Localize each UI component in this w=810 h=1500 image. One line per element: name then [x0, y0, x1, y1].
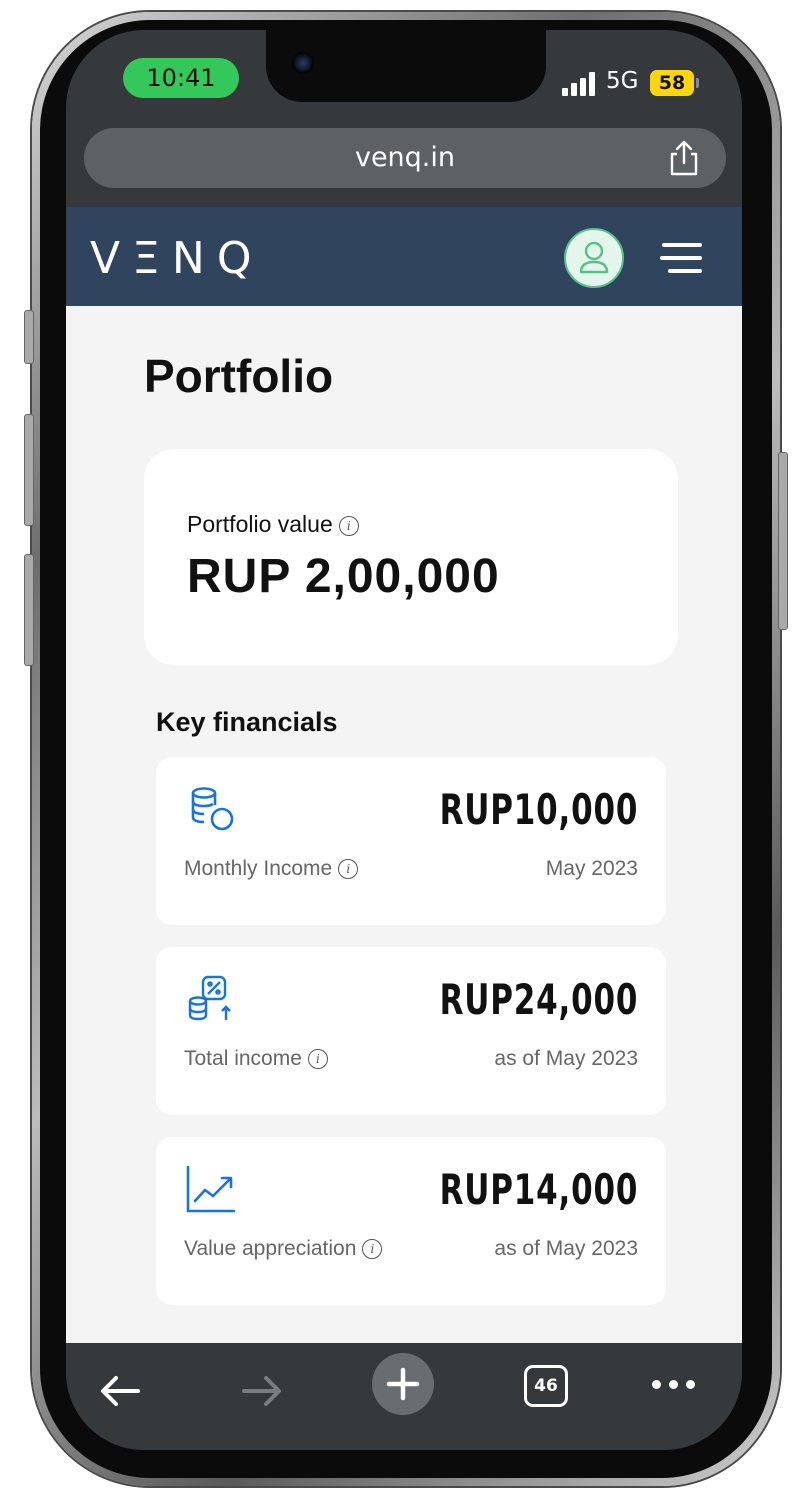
signal-bars-icon	[562, 72, 596, 96]
key-financials-title: Key financials	[156, 707, 338, 737]
info-icon[interactable]: i	[338, 859, 359, 880]
front-camera	[292, 52, 314, 74]
page-title: Portfolio	[144, 350, 334, 402]
database-coins-icon	[191, 787, 234, 831]
battery-tip	[696, 78, 699, 88]
power-button	[778, 452, 788, 630]
address-bar[interactable]: venq.in	[84, 128, 726, 188]
financial-label-text: Value appreciation	[184, 1237, 357, 1260]
network-type: 5G	[606, 68, 639, 94]
financial-date: May 2023	[545, 857, 638, 880]
volume-up-button	[24, 414, 34, 526]
financial-label-text: Monthly Income	[184, 857, 333, 880]
volume-down-button	[24, 554, 34, 666]
browser-toolbar: 46	[66, 1343, 742, 1450]
financial-amount: RUP14,000	[439, 1165, 638, 1214]
portfolio-value-amount: RUP 2,00,000	[187, 550, 500, 603]
status-time: 10:41	[123, 58, 239, 98]
portfolio-value-label: Portfolio value i	[187, 511, 359, 538]
site-header: VΞNQ	[66, 207, 742, 306]
financial-label-text: Total income	[184, 1047, 302, 1070]
income-growth-icon	[188, 975, 231, 1021]
hamburger-menu-icon[interactable]	[660, 241, 702, 275]
user-icon	[579, 241, 609, 274]
financial-label: Value appreciation i	[184, 1237, 383, 1261]
monthly-income-card: RUP10,000 Monthly Income i May 2023	[156, 757, 666, 925]
url-text: venq.in	[354, 142, 456, 173]
info-icon[interactable]: i	[307, 1049, 328, 1070]
portfolio-value-label-text: Portfolio value	[187, 511, 333, 537]
more-options-icon[interactable]	[650, 1380, 698, 1390]
info-icon[interactable]: i	[338, 515, 359, 536]
battery-icon: 58	[650, 70, 694, 96]
phone-screen: 10:41 5G 58 venq.in VΞNQ Portfolio Portf…	[66, 30, 742, 1450]
mute-switch	[24, 310, 34, 364]
financial-date: as of May 2023	[494, 1237, 638, 1260]
tabs-button[interactable]: 46	[524, 1365, 568, 1407]
total-income-card: RUP24,000 Total income i as of May 2023	[156, 947, 666, 1115]
share-icon[interactable]	[668, 140, 700, 176]
profile-avatar-button[interactable]	[564, 228, 624, 288]
financial-label: Total income i	[184, 1047, 328, 1071]
financial-amount: RUP10,000	[439, 785, 638, 834]
venq-logo[interactable]: VΞNQ	[90, 233, 263, 284]
value-appreciation-card: RUP14,000 Value appreciation i as of May …	[156, 1137, 666, 1305]
portfolio-value-card: Portfolio value i RUP 2,00,000	[144, 449, 678, 665]
forward-arrow-icon[interactable]	[232, 1353, 296, 1417]
plus-icon	[386, 1367, 420, 1401]
trend-up-chart-icon	[186, 1165, 236, 1213]
new-tab-button[interactable]	[372, 1353, 434, 1415]
web-page: VΞNQ Portfolio Portfolio value i RUP 2,00…	[66, 207, 742, 1343]
financial-date: as of May 2023	[494, 1047, 638, 1070]
back-arrow-icon[interactable]	[88, 1353, 152, 1417]
financial-amount: RUP24,000	[439, 975, 638, 1024]
financial-label: Monthly Income i	[184, 857, 359, 881]
info-icon[interactable]: i	[362, 1239, 383, 1260]
